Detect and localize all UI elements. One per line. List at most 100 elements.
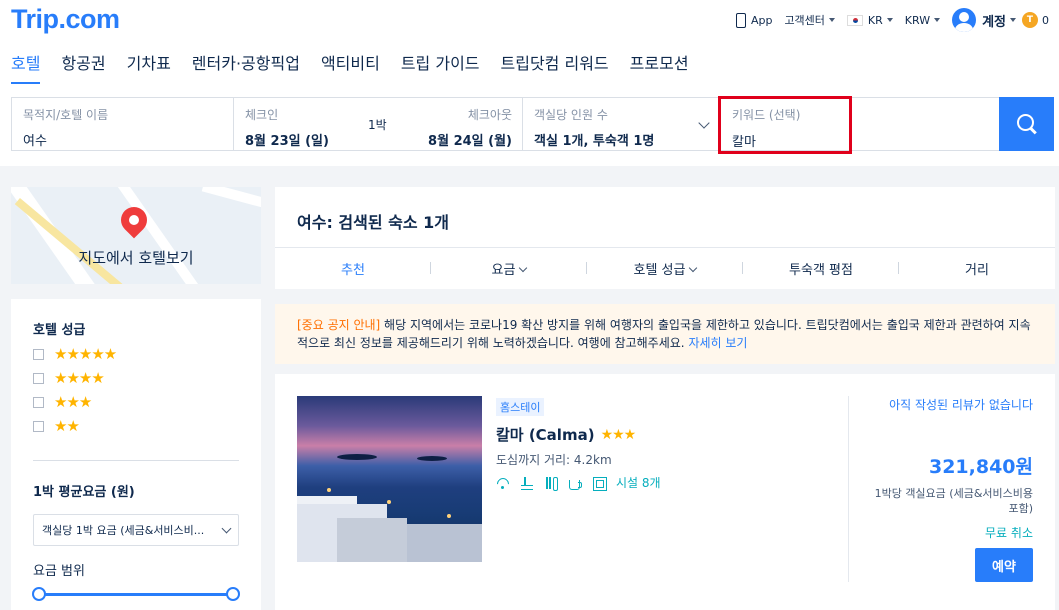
pool-icon xyxy=(520,476,534,490)
tab-promotions[interactable]: 프로모션 xyxy=(630,50,689,84)
photo-building xyxy=(337,518,407,562)
guests-label: 객실당 인원 수 xyxy=(534,108,608,122)
range-max-handle[interactable] xyxy=(226,587,240,601)
divider xyxy=(848,396,849,582)
checkout-group: 체크아웃 8월 24일 (월) xyxy=(428,106,512,149)
keyword-value: 칼마 xyxy=(732,135,756,150)
currency-menu[interactable]: KRW xyxy=(904,13,941,27)
guests-value: 객실 1개, 투숙객 1명 xyxy=(534,134,655,149)
range-min-handle[interactable] xyxy=(32,587,46,601)
sort-guest-rating[interactable]: 투숙객 평점 xyxy=(743,259,899,278)
region-menu[interactable]: KR xyxy=(846,13,893,27)
tab-hotel[interactable]: 호텔 xyxy=(11,50,41,84)
guests-field[interactable]: 객실당 인원 수 객실 1개, 투숙객 1명 xyxy=(523,98,719,150)
sort-label: 거리 xyxy=(965,263,989,278)
filter-panel: 호텔 성급 ★★★★★ ★★★★ ★★★ ★★ 1박 평균요금 (원) 객실당 … xyxy=(11,299,261,610)
tab-activities[interactable]: 액티비티 xyxy=(321,50,380,84)
caret-down-icon xyxy=(1010,18,1016,22)
checkbox[interactable] xyxy=(33,396,44,408)
photo-building xyxy=(407,524,482,562)
notice-text: 해당 지역에서는 코로나19 확산 방지를 위해 여행자의 출입국을 제한하고 … xyxy=(297,318,1031,350)
star-filter-2[interactable]: ★★ xyxy=(33,417,239,435)
app-link[interactable]: App xyxy=(735,12,772,28)
avatar xyxy=(952,8,977,32)
star-rating-icons: ★★ xyxy=(54,417,80,435)
checkbox[interactable] xyxy=(33,372,44,384)
divider xyxy=(33,460,239,461)
price-range-slider[interactable] xyxy=(32,587,240,601)
search-button[interactable] xyxy=(999,97,1054,151)
checkbox[interactable] xyxy=(33,348,44,360)
hotel-name-row: 칼마 (Calma) ★★★ xyxy=(496,424,836,445)
sort-bar: 추천 요금 호텔 성급 투숙객 평점 거리 xyxy=(275,247,1055,289)
account-menu[interactable]: 계정 T 0 xyxy=(952,8,1049,32)
star-rating-icons: ★★★★★ xyxy=(54,345,117,363)
chevron-down-icon xyxy=(221,523,232,533)
map-view-card[interactable]: 지도에서 호텔보기 xyxy=(11,187,261,284)
tab-trip-guide[interactable]: 트립 가이드 xyxy=(401,50,480,84)
hotel-card[interactable]: 홈스테이 칼마 (Calma) ★★★ 도심까지 거리: 4.2km 시설 8개… xyxy=(275,374,1055,610)
tab-car-rental[interactable]: 렌터카·공항픽업 xyxy=(192,50,300,84)
facility-icon xyxy=(592,476,607,491)
price: 321,840원 xyxy=(928,456,1033,478)
restaurant-icon xyxy=(544,476,558,491)
search-bar: 목적지/호텔 이름 여수 체크인 8월 23일 (일) 1박 체크아웃 8월 2… xyxy=(11,96,1054,154)
book-button[interactable]: 예약 xyxy=(975,548,1033,582)
photo-light xyxy=(327,488,331,492)
destination-field[interactable]: 목적지/호텔 이름 여수 xyxy=(12,98,234,150)
hotel-info: 홈스테이 칼마 (Calma) ★★★ 도심까지 거리: 4.2km 시설 8개 xyxy=(496,396,836,491)
price-type-value: 객실당 1박 요금 (세금&서비스비... xyxy=(42,524,205,537)
notice-tag: [중요 공지 안내] xyxy=(297,318,381,332)
destination-value: 여수 xyxy=(23,134,47,149)
price-range-title: 요금 범위 xyxy=(33,564,85,579)
top-utility-nav: App 고객센터 KR KRW 계정 T 0 xyxy=(724,8,1049,32)
coin-icon: T xyxy=(1022,12,1038,28)
logo[interactable]: Trip.com xyxy=(11,4,120,35)
sort-label: 요금 xyxy=(491,263,516,278)
tab-flights[interactable]: 항공권 xyxy=(61,50,105,84)
price-filter-title: 1박 평균요금 (원) xyxy=(33,485,135,500)
tab-rewards[interactable]: 트립닷컴 리워드 xyxy=(501,50,609,84)
sort-label: 추천 xyxy=(341,263,365,278)
photo-island xyxy=(417,456,447,461)
keyword-field[interactable]: 키워드 (선택) 칼마 xyxy=(718,96,852,154)
hotel-photo[interactable] xyxy=(297,396,482,562)
star-rating-title: 호텔 성급 xyxy=(33,323,86,338)
region-label: KR xyxy=(867,13,883,27)
review-status: 아직 작성된 리뷰가 없습니다 xyxy=(889,398,1033,412)
photo-light xyxy=(447,514,451,518)
caret-down-icon xyxy=(886,18,893,22)
flag-icon xyxy=(846,14,863,26)
sort-price[interactable]: 요금 xyxy=(431,259,587,278)
chevron-down-icon xyxy=(689,263,698,273)
tab-trains[interactable]: 기차표 xyxy=(127,50,171,84)
checkbox[interactable] xyxy=(33,420,44,432)
sort-distance[interactable]: 거리 xyxy=(899,259,1055,278)
checkout-value: 8월 24일 (월) xyxy=(428,134,512,149)
support-menu[interactable]: 고객센터 xyxy=(784,12,835,28)
notice-banner: [중요 공지 안내] 해당 지역에서는 코로나19 확산 방지를 위해 여행자의… xyxy=(275,304,1055,364)
header: Trip.com App 고객센터 KR KRW 계정 T 0 호텔 항공권 기… xyxy=(0,0,1059,166)
currency-label: KRW xyxy=(904,13,931,27)
price-type-select[interactable]: 객실당 1박 요금 (세금&서비스비... xyxy=(33,514,239,546)
star-rating-icons: ★★★ xyxy=(54,393,92,411)
caret-down-icon xyxy=(828,18,835,22)
notice-more-link[interactable]: 자세히 보기 xyxy=(688,336,747,350)
keyword-label: 키워드 (선택) xyxy=(732,108,801,122)
hotel-name[interactable]: 칼마 (Calma) xyxy=(496,424,595,445)
support-label: 고객센터 xyxy=(784,14,825,27)
cafe-icon xyxy=(568,476,582,490)
star-filter-3[interactable]: ★★★ xyxy=(33,393,239,411)
results-header: 여수: 검색된 숙소 1개 추천 요금 호텔 성급 투숙객 평점 거리 xyxy=(275,187,1055,289)
sort-label: 투숙객 평점 xyxy=(789,263,853,278)
main-nav: 호텔 항공권 기차표 렌터카·공항픽업 액티비티 트립 가이드 트립닷컴 리워드… xyxy=(11,50,710,84)
map-pin-icon xyxy=(115,201,153,239)
destination-label: 목적지/호텔 이름 xyxy=(23,108,109,122)
star-filter-5[interactable]: ★★★★★ xyxy=(33,345,239,363)
star-filter-4[interactable]: ★★★★ xyxy=(33,369,239,387)
date-field[interactable]: 체크인 8월 23일 (일) 1박 체크아웃 8월 24일 (월) xyxy=(234,98,523,150)
sort-star-rating[interactable]: 호텔 성급 xyxy=(587,259,743,278)
sort-recommended[interactable]: 추천 xyxy=(275,259,431,278)
facilities-count[interactable]: 시설 8개 xyxy=(616,474,661,491)
chevron-down-icon xyxy=(519,263,528,273)
